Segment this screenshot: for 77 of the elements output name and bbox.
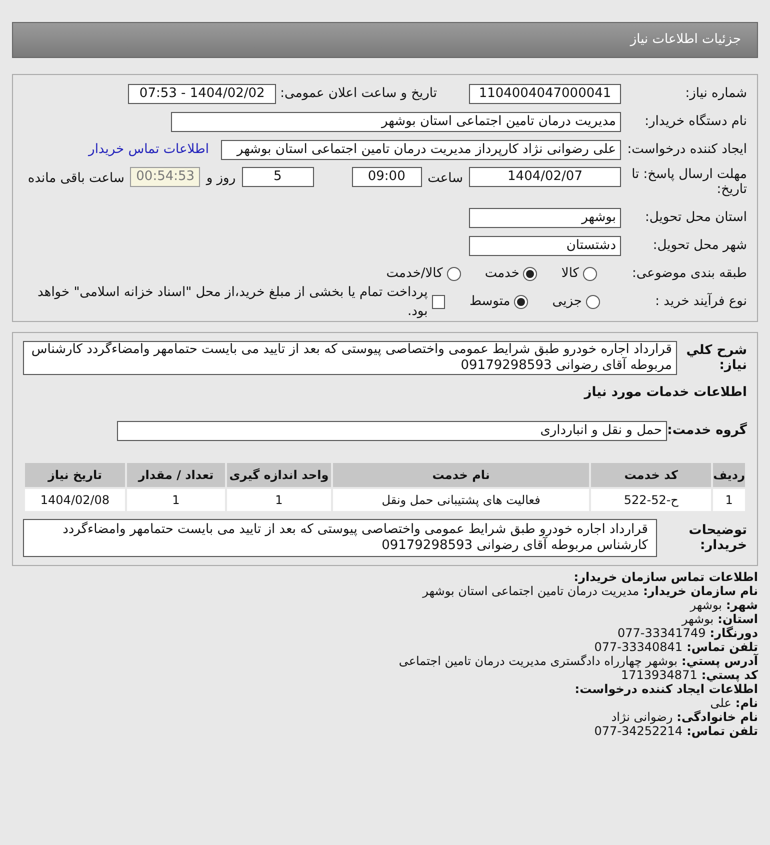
radio-button[interactable]: [446, 267, 461, 281]
contact-label: کد پستي:: [701, 668, 758, 682]
field-label: شماره نیاز:: [684, 85, 747, 104]
field-label: متوسط: [469, 293, 510, 312]
checkbox[interactable]: [432, 295, 446, 309]
field-label: گروه خدمت:: [667, 421, 747, 440]
table-cell: 1: [713, 488, 745, 510]
contact-label: تلفن تماس:: [686, 640, 758, 654]
contact-value: رضوانی نژاد: [611, 710, 673, 724]
contact-value: 1713934871: [620, 668, 698, 682]
field-label: روز و: [206, 170, 236, 188]
contact-label: آدرس پستي:: [682, 654, 758, 668]
contact-value: 077-33341749: [617, 626, 706, 640]
column-header: ردیف: [713, 462, 745, 486]
text-field[interactable]: حمل و نقل و انبارداری: [117, 420, 667, 440]
field-label: ساعت باقی مانده: [28, 170, 124, 188]
text-field[interactable]: مدیریت درمان تامین اجتماعی استان بوشهر: [171, 112, 621, 132]
text-field[interactable]: 1404/02/07: [469, 167, 621, 187]
field-label: طبقه بندی موضوعی:: [630, 265, 747, 284]
field-label: استان محل تحویل:: [644, 209, 747, 228]
contact-label: تلفن تماس:: [686, 724, 758, 738]
contact-label: استان:: [718, 612, 758, 626]
contact-value: بوشهر: [690, 598, 722, 612]
description-box: قرارداد اجاره خودرو طبق شرایط عمومی واختصاصی پیوستی که بعد از تایید می بایست حتمامهر وامضاءگردد کارشناس مربوطه آقای رضوانی 09179298593: [23, 341, 677, 375]
section-heading: اطلاعات خدمات مورد نیاز: [582, 384, 747, 402]
contact-value: بوشهر چهارراه دادگستری مدیریت درمان تامین اجتماعی: [398, 654, 678, 668]
field-label: ایجاد کننده درخواست:: [626, 141, 747, 160]
contact-heading: اطلاعات تماس سازمان خریدار:: [572, 570, 758, 584]
contact-label: دورنگار:: [710, 626, 758, 640]
field-label: شهر محل تحویل:: [652, 237, 747, 256]
page-title: جزئیات اطلاعات نیاز: [630, 31, 741, 50]
contact-value: علی: [710, 696, 732, 710]
text-field[interactable]: بوشهر: [469, 208, 621, 228]
field-label: نام دستگاه خریدار:: [644, 112, 747, 132]
column-header: تعداد / مقدار: [127, 462, 225, 486]
table-cell: 1: [227, 488, 331, 510]
radio-button[interactable]: [583, 267, 597, 281]
buyer-notes-box: قرارداد اجاره خودرو طبق شرایط عمومی واختصاصی پیوستی که بعد از تایید می بایست حتمامهر وامضاءگردد کارشناس مربوطه آقای رضوانی 09179298593: [23, 518, 657, 556]
field-label: ساعت: [428, 170, 463, 188]
table-cell: فعالیت های پشتیبانی حمل ونقل: [333, 488, 590, 510]
text-field[interactable]: 1404/02/02 - 07:53: [128, 84, 276, 104]
field-label: نوع فرآیند خرید :: [654, 292, 747, 312]
contact-value: 077-34252214: [594, 724, 683, 738]
contact-label: نام سازمان خریدار:: [643, 584, 758, 598]
field-label: پرداخت تمام یا بخشی از مبلغ خرید،از محل "اسناد خزانه اسلامی" خواهد بود.: [36, 284, 428, 321]
text-field[interactable]: 09:00: [352, 167, 422, 187]
field-label: توضیحات خریدار:: [688, 522, 747, 552]
table-cell: 1404/02/08: [25, 488, 125, 510]
contact-label: نام خانوادگی:: [676, 710, 758, 724]
column-header: واحد اندازه گیری: [227, 462, 331, 486]
radio-button[interactable]: [523, 267, 538, 281]
radio-button[interactable]: [586, 295, 600, 309]
text-field[interactable]: 1104004047000041: [469, 84, 621, 104]
field-label: جزیی: [552, 293, 582, 312]
table-cell: 1: [127, 488, 225, 510]
field-label: تاریخ و ساعت اعلان عمومی:: [280, 85, 437, 104]
countdown-field: 00:54:53: [130, 167, 200, 187]
buyer-contact-link[interactable]: اطلاعات تماس خریدار: [88, 140, 209, 160]
field-label: شرح کلي نیاز:: [685, 343, 747, 373]
field-label: کالا/خدمت: [386, 265, 443, 284]
contact-value: 077-33340841: [594, 640, 683, 654]
column-header: کد خدمت: [591, 462, 712, 486]
field-label: خدمت: [484, 265, 520, 284]
column-header: تاریخ نیاز: [25, 462, 125, 486]
text-field[interactable]: علی رضوانی نژاد کارپرداز مدیریت درمان تامین اجتماعی استان بوشهر: [221, 140, 621, 160]
text-field[interactable]: 5: [242, 167, 314, 187]
radio-button[interactable]: [514, 295, 528, 309]
contact-value: مدیریت درمان تامین اجتماعی استان بوشهر: [422, 584, 640, 598]
contact-label: نام:: [735, 696, 758, 710]
contact-heading: اطلاعات ایجاد کننده درخواست:: [574, 682, 758, 696]
field-label: مهلت ارسال پاسخ: تا تاریخ:: [630, 167, 747, 197]
field-label: کالا: [561, 265, 579, 284]
contact-label: شهر:: [726, 598, 758, 612]
column-header: نام خدمت: [333, 462, 590, 486]
table-cell: ح-52-522: [591, 488, 712, 510]
text-field[interactable]: دشتستان: [469, 236, 621, 256]
contact-value: بوشهر: [682, 612, 714, 626]
